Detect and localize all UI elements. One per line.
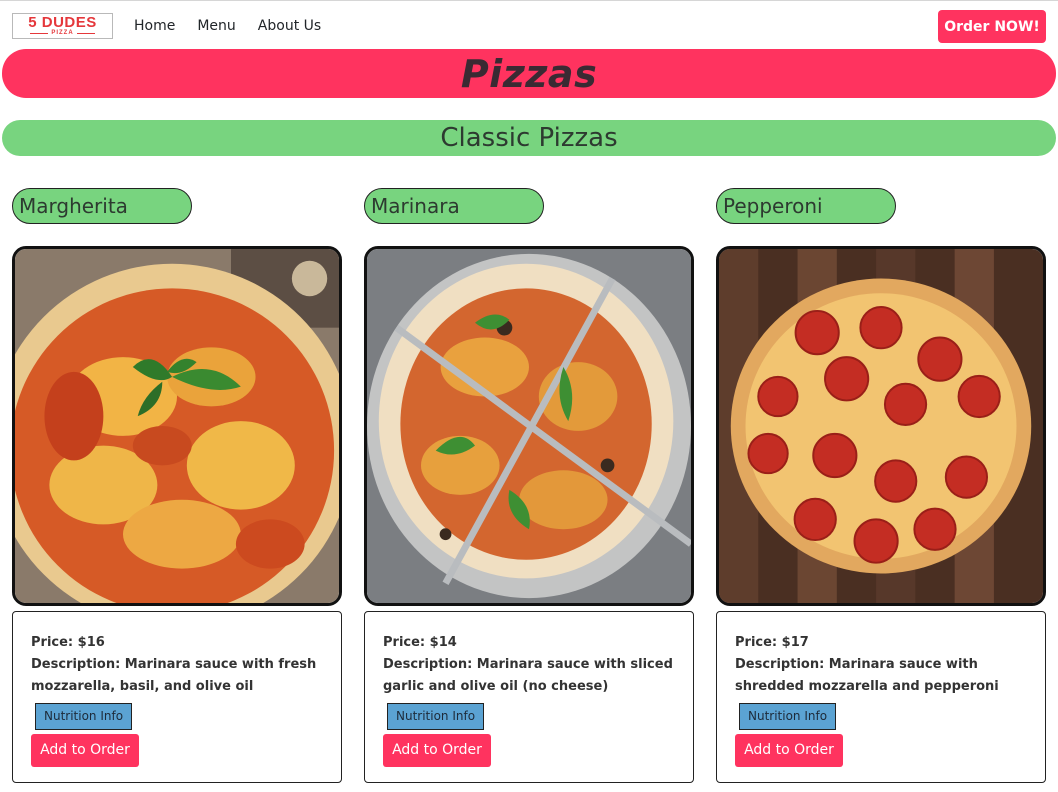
pizza-name: Marinara <box>371 194 460 218</box>
logo-main-text: 5 DUDES <box>28 13 97 31</box>
section-title: Classic Pizzas <box>440 123 618 153</box>
add-to-order-button[interactable]: Add to Order <box>31 734 139 767</box>
section-title-banner: Classic Pizzas <box>2 120 1056 156</box>
description-text: Description: Marinara sauce with sliced … <box>383 657 673 694</box>
page-title-banner: Pizzas <box>2 49 1056 98</box>
navbar: 5 DUDES PIZZA Home Menu About Us Order N… <box>0 0 1058 50</box>
pizza-name-pill-margherita: Margherita <box>12 188 192 224</box>
nav-links: Home Menu About Us <box>134 18 343 34</box>
pizza-name-pill-marinara: Marinara <box>364 188 544 224</box>
description-text: Description: Marinara sauce with fresh m… <box>31 657 317 694</box>
margherita-pizza-photo <box>12 246 342 606</box>
nutrition-info-button[interactable]: Nutrition Info <box>387 703 485 730</box>
add-to-order-button[interactable]: Add to Order <box>383 734 491 767</box>
brand-logo[interactable]: 5 DUDES PIZZA <box>12 13 113 39</box>
nutrition-info-button[interactable]: Nutrition Info <box>35 703 133 730</box>
logo-sub-text: PIZZA <box>30 30 95 37</box>
add-to-order-button[interactable]: Add to Order <box>735 734 843 767</box>
nav-link-about-us[interactable]: About Us <box>258 18 321 34</box>
page-title: Pizzas <box>460 51 598 96</box>
pizza-name: Pepperoni <box>723 194 823 218</box>
order-now-button[interactable]: Order NOW! <box>938 10 1046 43</box>
pepperoni-pizza-photo <box>716 246 1046 606</box>
nutrition-info-button[interactable]: Nutrition Info <box>739 703 837 730</box>
pizza-name: Margherita <box>19 194 128 218</box>
marinara-pizza-photo <box>364 246 694 606</box>
price-text: Price: $16 <box>31 635 105 650</box>
pizza-info-card-pepperoni: Price: $17 Description: Marinara sauce w… <box>716 611 1046 783</box>
pizza-info-card-margherita: Price: $16 Description: Marinara sauce w… <box>12 611 342 783</box>
pizza-info-card-marinara: Price: $14 Description: Marinara sauce w… <box>364 611 694 783</box>
nav-link-home[interactable]: Home <box>134 18 175 34</box>
description-text: Description: Marinara sauce with shredde… <box>735 657 999 694</box>
pizza-name-pill-pepperoni: Pepperoni <box>716 188 896 224</box>
nav-link-menu[interactable]: Menu <box>197 18 235 34</box>
price-text: Price: $17 <box>735 635 809 650</box>
price-text: Price: $14 <box>383 635 457 650</box>
